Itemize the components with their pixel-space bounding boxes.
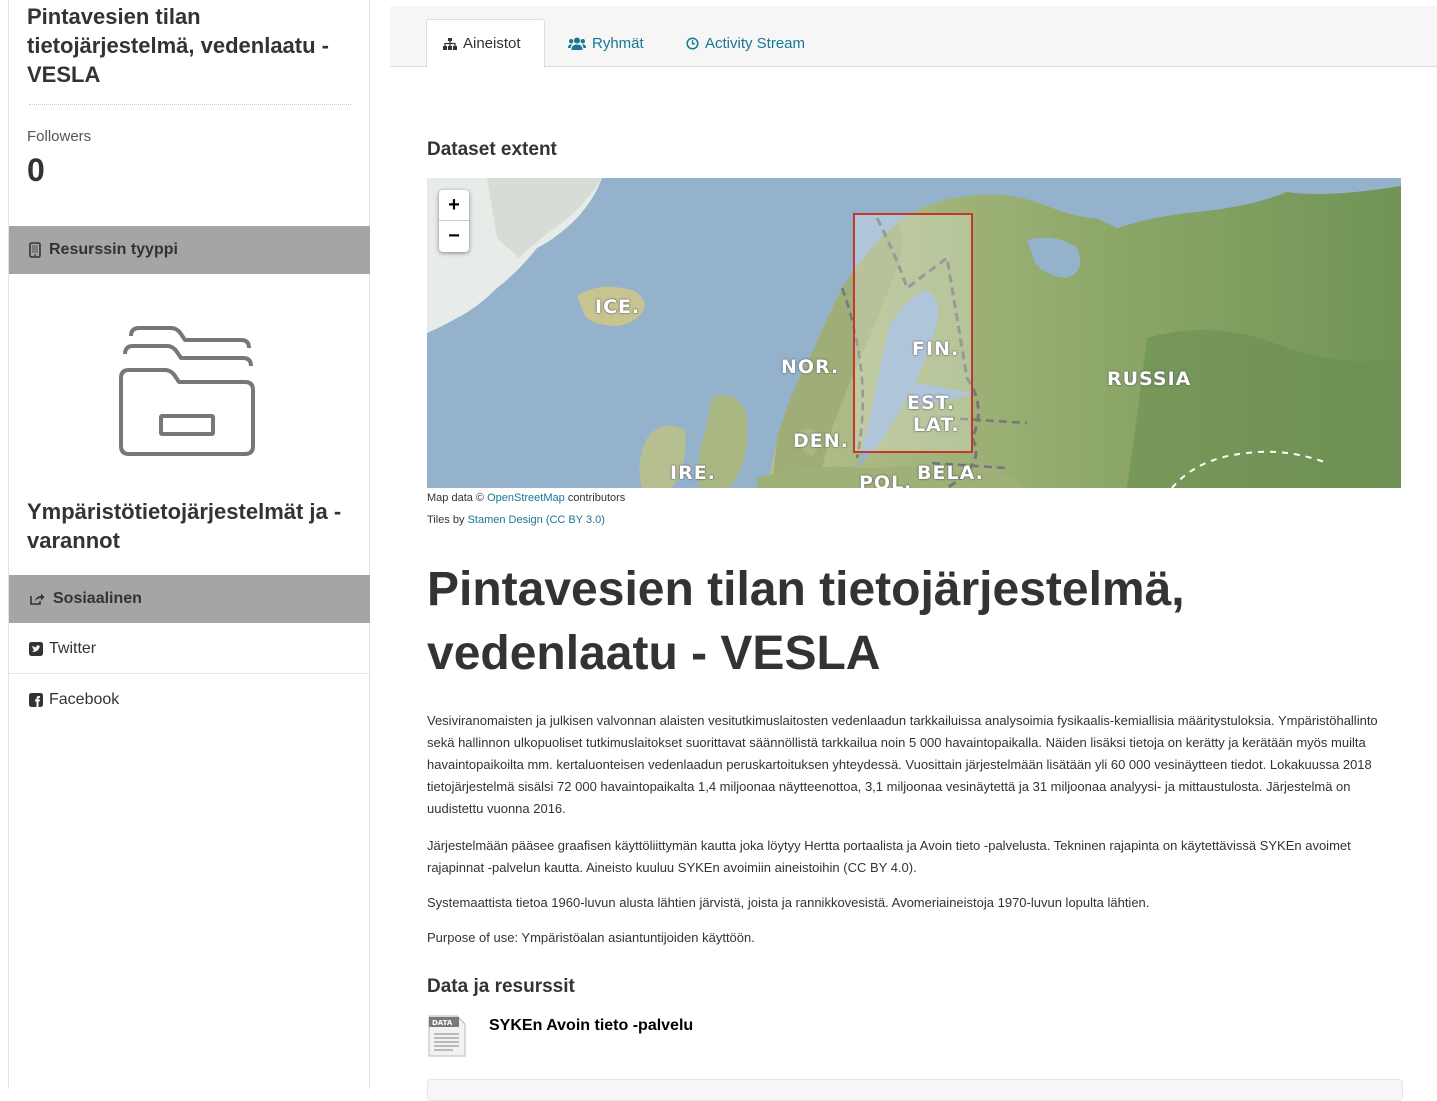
- twitter-link-label: Twitter: [49, 639, 97, 657]
- facebook-link[interactable]: Facebook: [9, 675, 370, 725]
- social-heading: Sosiaalinen: [9, 575, 370, 623]
- map-attribution: Map data © OpenStreetMap contributors: [427, 492, 625, 504]
- tab-groups-label: Ryhmät: [592, 35, 644, 52]
- data-file-icon: DATA: [427, 1014, 467, 1058]
- dataset-extent-heading: Dataset extent: [427, 139, 557, 160]
- tab-activity-stream-label: Activity Stream: [705, 35, 806, 52]
- resource-panel: [427, 1079, 1403, 1101]
- description-paragraph: Systemaattista tietoa 1960-luvun alusta …: [427, 895, 1150, 910]
- zoom-control: + −: [439, 190, 469, 252]
- map-label-denmark: DEN.: [793, 430, 849, 452]
- tab-datasets[interactable]: Aineistot: [426, 19, 545, 68]
- resource-item[interactable]: DATA SYKEn Avoin tieto -palvelu: [427, 1012, 927, 1060]
- facebook-link-label: Facebook: [49, 691, 120, 708]
- map-tiles: [427, 178, 1401, 488]
- dataset-extent-map[interactable]: + − ICE. NOR. FIN. EST. LAT. DEN. IRE. B…: [427, 178, 1401, 488]
- tablet-icon: [29, 242, 41, 258]
- map-label-latvia: LAT.: [913, 414, 960, 436]
- map-label-estonia: EST.: [907, 392, 955, 414]
- twitter-icon: [29, 641, 43, 656]
- clock-icon: [686, 37, 699, 50]
- map-label-russia: RUSSIA: [1107, 368, 1192, 390]
- resource-type-name: Ympäristötietojärjestelmät ja -varannot: [27, 499, 342, 553]
- map-label-norway: NOR.: [781, 356, 840, 378]
- map-label-belarus: BELA.: [917, 462, 984, 484]
- resource-type-heading-label: Resurssin tyyppi: [49, 241, 178, 258]
- map-label-poland: POL.: [859, 472, 913, 488]
- tab-groups[interactable]: Ryhmät: [552, 19, 660, 68]
- share-icon: [29, 592, 45, 606]
- description-paragraph: Purpose of use: Ympäristöalan asiantunti…: [427, 930, 755, 945]
- description-paragraph: Järjestelmään pääsee graafisen käyttölii…: [427, 838, 1351, 875]
- sitemap-icon: [443, 37, 457, 50]
- facebook-icon: [29, 693, 43, 707]
- zoom-in-button[interactable]: +: [439, 190, 469, 221]
- stamen-design-link[interactable]: Stamen Design (CC BY 3.0): [468, 514, 605, 526]
- twitter-link[interactable]: Twitter: [9, 624, 370, 674]
- resource-type-heading: Resurssin tyyppi: [9, 226, 370, 274]
- attribution-suffix: contributors: [567, 492, 626, 504]
- organization-title: Pintavesien tilan tietojärjestelmä, vede…: [27, 4, 329, 87]
- data-file-icon-label: DATA: [432, 1019, 453, 1027]
- followers-label: Followers: [27, 128, 92, 145]
- users-icon: [568, 37, 586, 50]
- map-label-ireland: IRE.: [670, 462, 716, 484]
- resource-name: SYKEn Avoin tieto -palvelu: [489, 1017, 694, 1034]
- followers-count: 0: [27, 152, 45, 188]
- social-heading-label: Sosiaalinen: [53, 590, 142, 607]
- map-label-finland: FIN.: [912, 338, 960, 360]
- tab-datasets-label: Aineistot: [463, 35, 521, 52]
- map-label-iceland: ICE.: [595, 296, 641, 318]
- folder-icon: [117, 318, 257, 463]
- tiles-prefix: Tiles by: [427, 514, 465, 526]
- zoom-out-button[interactable]: −: [439, 221, 469, 251]
- tab-activity-stream[interactable]: Activity Stream: [670, 19, 821, 68]
- dataset-title: Pintavesien tilan tietojärjestelmä, vede…: [427, 563, 1185, 680]
- divider: [29, 104, 351, 105]
- description-paragraph: Vesiviranomaisten ja julkisen valvonnan …: [427, 713, 1378, 816]
- attribution-prefix: Map data ©: [427, 492, 485, 504]
- tiles-attribution: Tiles by Stamen Design (CC BY 3.0): [427, 514, 605, 526]
- content-tabs: Aineistot Ryhmät Activity Stream: [390, 6, 1437, 68]
- resources-heading: Data ja resurssit: [427, 976, 575, 997]
- openstreetmap-link[interactable]: OpenStreetMap: [487, 492, 565, 504]
- sidebar: Pintavesien tilan tietojärjestelmä, vede…: [8, 0, 370, 1089]
